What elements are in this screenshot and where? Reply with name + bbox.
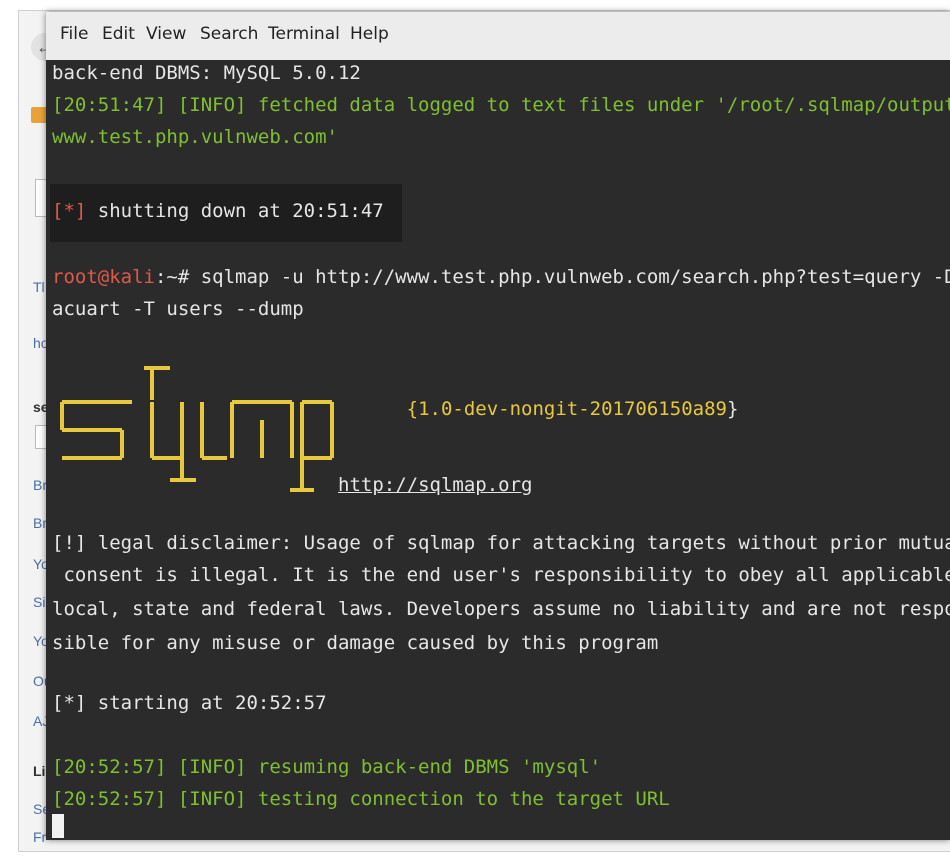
terminal-output[interactable]: back-end DBMS: MySQL 5.0.12 [20:51:47] [… (46, 60, 950, 840)
shutdown-star: [*] (52, 200, 87, 222)
sidebar-heading-links: Li (33, 763, 46, 779)
terminal-window[interactable]: File Edit View Search Terminal Help back… (46, 12, 950, 840)
menu-edit[interactable]: Edit (102, 24, 135, 44)
info-line-cont: www.test.php.vulnweb.com' (52, 126, 338, 148)
menu-search[interactable]: Search (200, 24, 258, 44)
command-line: root@kali:~# sqlmap -u http://www.test.p… (52, 266, 950, 288)
banner-version-close: } (726, 398, 739, 420)
menu-help[interactable]: Help (350, 24, 389, 44)
sidebar-link[interactable]: Br (33, 515, 47, 531)
shutdown-text: shutting down at 20:51:47 (86, 200, 384, 222)
terminal-cursor (52, 814, 64, 838)
sidebar-link[interactable]: Fr (33, 829, 46, 845)
prompt-command: :~# sqlmap -u http://www.test.php.vulnwe… (154, 266, 950, 288)
disclaimer-line-1: [!] legal disclaimer: Usage of sqlmap fo… (52, 532, 950, 554)
dbms-line: back-end DBMS: MySQL 5.0.12 (52, 62, 361, 84)
sidebar-link[interactable]: Br (33, 477, 47, 493)
info-testing-line: [20:52:57] [INFO] testing connection to … (52, 788, 670, 810)
shutdown-line: [*] shutting down at 20:51:47 (52, 200, 384, 222)
terminal-menubar: File Edit View Search Terminal Help (46, 12, 950, 60)
sidebar-link[interactable]: Si (33, 594, 45, 610)
command-line-cont: acuart -T users --dump (52, 298, 304, 320)
info-line: [20:51:47] [INFO] fetched data logged to… (52, 94, 950, 116)
menu-terminal[interactable]: Terminal (268, 24, 340, 44)
prompt-user: root@kali (52, 266, 155, 288)
starting-line: [*] starting at 20:52:57 (52, 692, 327, 714)
menu-file[interactable]: File (60, 24, 88, 44)
info-resuming-line: [20:52:57] [INFO] resuming back-end DBMS… (52, 756, 602, 778)
menu-view[interactable]: View (146, 24, 186, 44)
disclaimer-line-3: local, state and federal laws. Developer… (52, 598, 950, 620)
sqlmap-url-link[interactable]: http://sqlmap.org (338, 474, 532, 496)
disclaimer-line-2: consent is illegal. It is the end user's… (52, 564, 950, 586)
disclaimer-line-4: sible for any misuse or damage caused by… (52, 632, 659, 654)
banner-version: {1.0-dev-nongit-201706150a89} (338, 376, 739, 442)
banner-version-hash: 0a89 (681, 398, 727, 420)
banner-version-text: {1.0-dev-nongit-20170615 (406, 398, 682, 420)
sidebar-fragment-1: Tl (33, 279, 45, 295)
sqlmap-logo (60, 366, 334, 492)
